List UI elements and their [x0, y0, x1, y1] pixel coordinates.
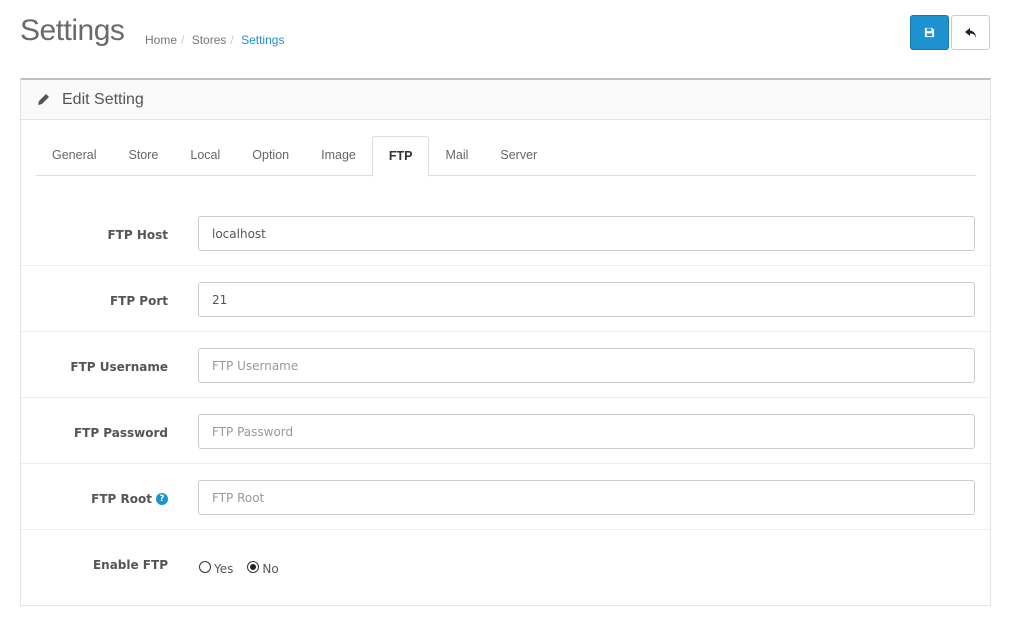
- form-row-ftp-port: FTP Port: [21, 266, 990, 332]
- enable-ftp-no-radio[interactable]: No: [247, 558, 279, 576]
- tab-mail[interactable]: Mail: [429, 136, 484, 176]
- ftp-root-label: FTP Root?: [91, 492, 168, 506]
- pencil-icon: [38, 94, 49, 105]
- help-icon[interactable]: ?: [156, 493, 168, 505]
- floppy-disk-icon: [924, 27, 935, 38]
- form-row-enable-ftp: Enable FTP Yes No: [21, 530, 990, 596]
- tab-local[interactable]: Local: [174, 136, 236, 176]
- form-row-ftp-host: FTP Host: [21, 200, 990, 266]
- ftp-port-input[interactable]: [198, 282, 975, 317]
- form-row-ftp-root: FTP Root?: [21, 464, 990, 530]
- breadcrumb: Home / Stores / Settings: [145, 33, 285, 47]
- ftp-username-label: FTP Username: [70, 360, 168, 374]
- breadcrumb-stores[interactable]: Stores: [192, 33, 227, 47]
- form-row-ftp-username: FTP Username: [21, 332, 990, 398]
- save-button[interactable]: [910, 15, 949, 50]
- breadcrumb-home[interactable]: Home: [145, 33, 177, 47]
- tab-option[interactable]: Option: [236, 136, 305, 176]
- ftp-root-input[interactable]: [198, 480, 975, 515]
- tab-ftp[interactable]: FTP: [371, 136, 430, 177]
- enable-ftp-radios: Yes No: [199, 558, 279, 576]
- page-title: Settings: [20, 14, 125, 47]
- ftp-host-input[interactable]: [198, 216, 975, 251]
- ftp-root-label-text: FTP Root: [91, 492, 152, 506]
- ftp-port-label: FTP Port: [109, 294, 168, 308]
- ftp-password-label: FTP Password: [73, 426, 168, 440]
- reply-icon: [964, 27, 976, 38]
- back-button[interactable]: [951, 15, 990, 50]
- tab-store[interactable]: Store: [112, 136, 174, 176]
- ftp-password-input[interactable]: [198, 414, 975, 449]
- panel-heading: Edit Setting: [21, 80, 990, 120]
- enable-ftp-yes-radio[interactable]: Yes: [199, 558, 233, 576]
- tab-server[interactable]: Server: [484, 136, 553, 176]
- ftp-host-label: FTP Host: [107, 228, 168, 242]
- enable-ftp-label: Enable FTP: [92, 558, 168, 572]
- breadcrumb-settings[interactable]: Settings: [241, 33, 284, 47]
- settings-tabs: General Store Local Option Image FTP Mai…: [36, 136, 976, 177]
- form-row-ftp-password: FTP Password: [21, 398, 990, 464]
- radio-circle[interactable]: [199, 561, 211, 573]
- panel-title: Edit Setting: [62, 90, 144, 108]
- tab-general[interactable]: General: [36, 136, 112, 176]
- edit-setting-panel: Edit Setting General Store Local Option …: [20, 78, 991, 606]
- radio-circle-checked[interactable]: [247, 561, 260, 573]
- ftp-username-input[interactable]: [198, 348, 975, 383]
- tab-image[interactable]: Image: [305, 136, 372, 176]
